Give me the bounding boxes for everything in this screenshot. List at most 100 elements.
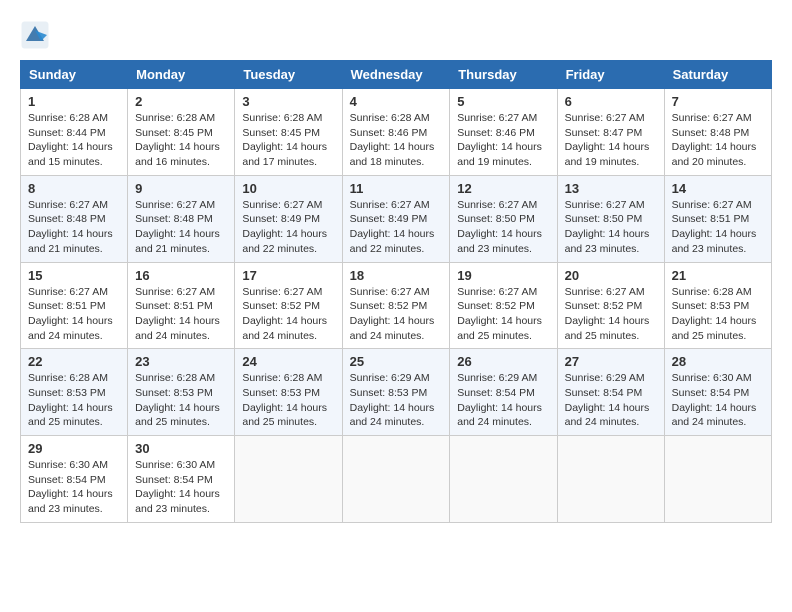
day-info: Sunrise: 6:29 AMSunset: 8:54 PMDaylight:… [457, 371, 549, 430]
calendar-cell: 17 Sunrise: 6:27 AMSunset: 8:52 PMDayligh… [235, 262, 342, 349]
day-info: Sunrise: 6:29 AMSunset: 8:54 PMDaylight:… [565, 371, 657, 430]
day-info: Sunrise: 6:27 AMSunset: 8:52 PMDaylight:… [350, 285, 443, 344]
calendar-cell: 1 Sunrise: 6:28 AMSunset: 8:44 PMDaylight… [21, 89, 128, 176]
calendar-cell: 5Sunrise: 6:27 AMSunset: 8:46 PMDaylight… [450, 89, 557, 176]
day-number: 5 [457, 94, 549, 109]
day-info: Sunrise: 6:27 AMSunset: 8:49 PMDaylight:… [350, 198, 443, 257]
calendar-cell: 10 Sunrise: 6:27 AMSunset: 8:49 PMDayligh… [235, 175, 342, 262]
calendar-week-row: 22 Sunrise: 6:28 AMSunset: 8:53 PMDayligh… [21, 349, 772, 436]
day-number: 13 [565, 181, 657, 196]
col-header-sunday: Sunday [21, 61, 128, 89]
day-number: 19 [457, 268, 549, 283]
calendar-cell [557, 436, 664, 523]
calendar-cell: 24Sunrise: 6:28 AMSunset: 8:53 PMDayligh… [235, 349, 342, 436]
calendar-cell: 11 Sunrise: 6:27 AMSunset: 8:49 PMDayligh… [342, 175, 450, 262]
day-number: 26 [457, 354, 549, 369]
day-number: 7 [672, 94, 764, 109]
calendar-cell: 30 Sunrise: 6:30 AMSunset: 8:54 PMDayligh… [128, 436, 235, 523]
day-number: 23 [135, 354, 227, 369]
calendar-cell [235, 436, 342, 523]
calendar-cell: 7Sunrise: 6:27 AMSunset: 8:48 PMDaylight… [664, 89, 771, 176]
calendar-cell: 13 Sunrise: 6:27 AMSunset: 8:50 PMDayligh… [557, 175, 664, 262]
calendar-header-row: SundayMondayTuesdayWednesdayThursdayFrid… [21, 61, 772, 89]
day-number: 12 [457, 181, 549, 196]
calendar-cell: 29 Sunrise: 6:30 AMSunset: 8:54 PMDayligh… [21, 436, 128, 523]
col-header-saturday: Saturday [664, 61, 771, 89]
calendar-cell [450, 436, 557, 523]
day-number: 6 [565, 94, 657, 109]
day-number: 30 [135, 441, 227, 456]
col-header-thursday: Thursday [450, 61, 557, 89]
calendar-cell: 21 Sunrise: 6:28 AMSunset: 8:53 PMDayligh… [664, 262, 771, 349]
day-info: Sunrise: 6:27 AMSunset: 8:51 PMDaylight:… [672, 198, 764, 257]
day-number: 14 [672, 181, 764, 196]
day-number: 20 [565, 268, 657, 283]
day-number: 25 [350, 354, 443, 369]
calendar-week-row: 15 Sunrise: 6:27 AMSunset: 8:51 PMDayligh… [21, 262, 772, 349]
day-info: Sunrise: 6:27 AMSunset: 8:52 PMDaylight:… [457, 285, 549, 344]
calendar-cell: 6 Sunrise: 6:27 AMSunset: 8:47 PMDaylight… [557, 89, 664, 176]
col-header-friday: Friday [557, 61, 664, 89]
day-info: Sunrise: 6:27 AMSunset: 8:50 PMDaylight:… [565, 198, 657, 257]
day-info: Sunrise: 6:27 AMSunset: 8:47 PMDaylight:… [565, 111, 657, 170]
day-number: 22 [28, 354, 120, 369]
calendar-cell: 14 Sunrise: 6:27 AMSunset: 8:51 PMDayligh… [664, 175, 771, 262]
calendar-cell: 2Sunrise: 6:28 AMSunset: 8:45 PMDaylight… [128, 89, 235, 176]
day-info: Sunrise: 6:28 AMSunset: 8:53 PMDaylight:… [672, 285, 764, 344]
day-info: Sunrise: 6:27 AMSunset: 8:49 PMDaylight:… [242, 198, 334, 257]
calendar-week-row: 1 Sunrise: 6:28 AMSunset: 8:44 PMDaylight… [21, 89, 772, 176]
day-number: 29 [28, 441, 120, 456]
day-number: 8 [28, 181, 120, 196]
day-number: 3 [242, 94, 334, 109]
logo-icon [20, 20, 50, 50]
day-info: Sunrise: 6:27 AMSunset: 8:51 PMDaylight:… [28, 285, 120, 344]
calendar-cell: 4 Sunrise: 6:28 AMSunset: 8:46 PMDaylight… [342, 89, 450, 176]
day-number: 27 [565, 354, 657, 369]
day-info: Sunrise: 6:27 AMSunset: 8:48 PMDaylight:… [28, 198, 120, 257]
col-header-monday: Monday [128, 61, 235, 89]
calendar-cell: 23 Sunrise: 6:28 AMSunset: 8:53 PMDayligh… [128, 349, 235, 436]
calendar-cell: 3 Sunrise: 6:28 AMSunset: 8:45 PMDaylight… [235, 89, 342, 176]
calendar-cell [664, 436, 771, 523]
calendar-cell: 8 Sunrise: 6:27 AMSunset: 8:48 PMDaylight… [21, 175, 128, 262]
day-number: 4 [350, 94, 443, 109]
day-info: Sunrise: 6:30 AMSunset: 8:54 PMDaylight:… [135, 458, 227, 517]
calendar-cell: 20 Sunrise: 6:27 AMSunset: 8:52 PMDayligh… [557, 262, 664, 349]
day-number: 24 [242, 354, 334, 369]
day-info: Sunrise: 6:28 AMSunset: 8:53 PMDaylight:… [135, 371, 227, 430]
day-info: Sunrise: 6:30 AMSunset: 8:54 PMDaylight:… [28, 458, 120, 517]
calendar-cell: 9 Sunrise: 6:27 AMSunset: 8:48 PMDaylight… [128, 175, 235, 262]
calendar-week-row: 29 Sunrise: 6:30 AMSunset: 8:54 PMDayligh… [21, 436, 772, 523]
day-number: 2 [135, 94, 227, 109]
day-info: Sunrise: 6:28 AMSunset: 8:45 PMDaylight:… [242, 111, 334, 170]
calendar-cell: 26 Sunrise: 6:29 AMSunset: 8:54 PMDayligh… [450, 349, 557, 436]
day-number: 11 [350, 181, 443, 196]
day-number: 17 [242, 268, 334, 283]
calendar-cell: 12 Sunrise: 6:27 AMSunset: 8:50 PMDayligh… [450, 175, 557, 262]
day-info: Sunrise: 6:29 AMSunset: 8:53 PMDaylight:… [350, 371, 443, 430]
day-number: 28 [672, 354, 764, 369]
day-number: 15 [28, 268, 120, 283]
page-header [20, 20, 772, 50]
day-info: Sunrise: 6:27 AMSunset: 8:52 PMDaylight:… [565, 285, 657, 344]
day-info: Sunrise: 6:27 AMSunset: 8:50 PMDaylight:… [457, 198, 549, 257]
day-info: Sunrise: 6:28 AMSunset: 8:53 PMDaylight:… [28, 371, 120, 430]
logo [20, 20, 54, 50]
calendar-week-row: 8 Sunrise: 6:27 AMSunset: 8:48 PMDaylight… [21, 175, 772, 262]
calendar-cell: 22 Sunrise: 6:28 AMSunset: 8:53 PMDayligh… [21, 349, 128, 436]
day-info: Sunrise: 6:27 AMSunset: 8:48 PMDaylight:… [135, 198, 227, 257]
day-number: 16 [135, 268, 227, 283]
calendar-cell: 19 Sunrise: 6:27 AMSunset: 8:52 PMDayligh… [450, 262, 557, 349]
day-number: 10 [242, 181, 334, 196]
day-info: Sunrise: 6:28 AMSunset: 8:46 PMDaylight:… [350, 111, 443, 170]
day-number: 18 [350, 268, 443, 283]
calendar-cell: 28Sunrise: 6:30 AMSunset: 8:54 PMDayligh… [664, 349, 771, 436]
day-number: 1 [28, 94, 120, 109]
day-number: 9 [135, 181, 227, 196]
day-info: Sunrise: 6:27 AMSunset: 8:52 PMDaylight:… [242, 285, 334, 344]
calendar-cell: 27 Sunrise: 6:29 AMSunset: 8:54 PMDayligh… [557, 349, 664, 436]
day-number: 21 [672, 268, 764, 283]
day-info: Sunrise: 6:27 AMSunset: 8:51 PMDaylight:… [135, 285, 227, 344]
col-header-tuesday: Tuesday [235, 61, 342, 89]
day-info: Sunrise: 6:28 AMSunset: 8:44 PMDaylight:… [28, 111, 120, 170]
